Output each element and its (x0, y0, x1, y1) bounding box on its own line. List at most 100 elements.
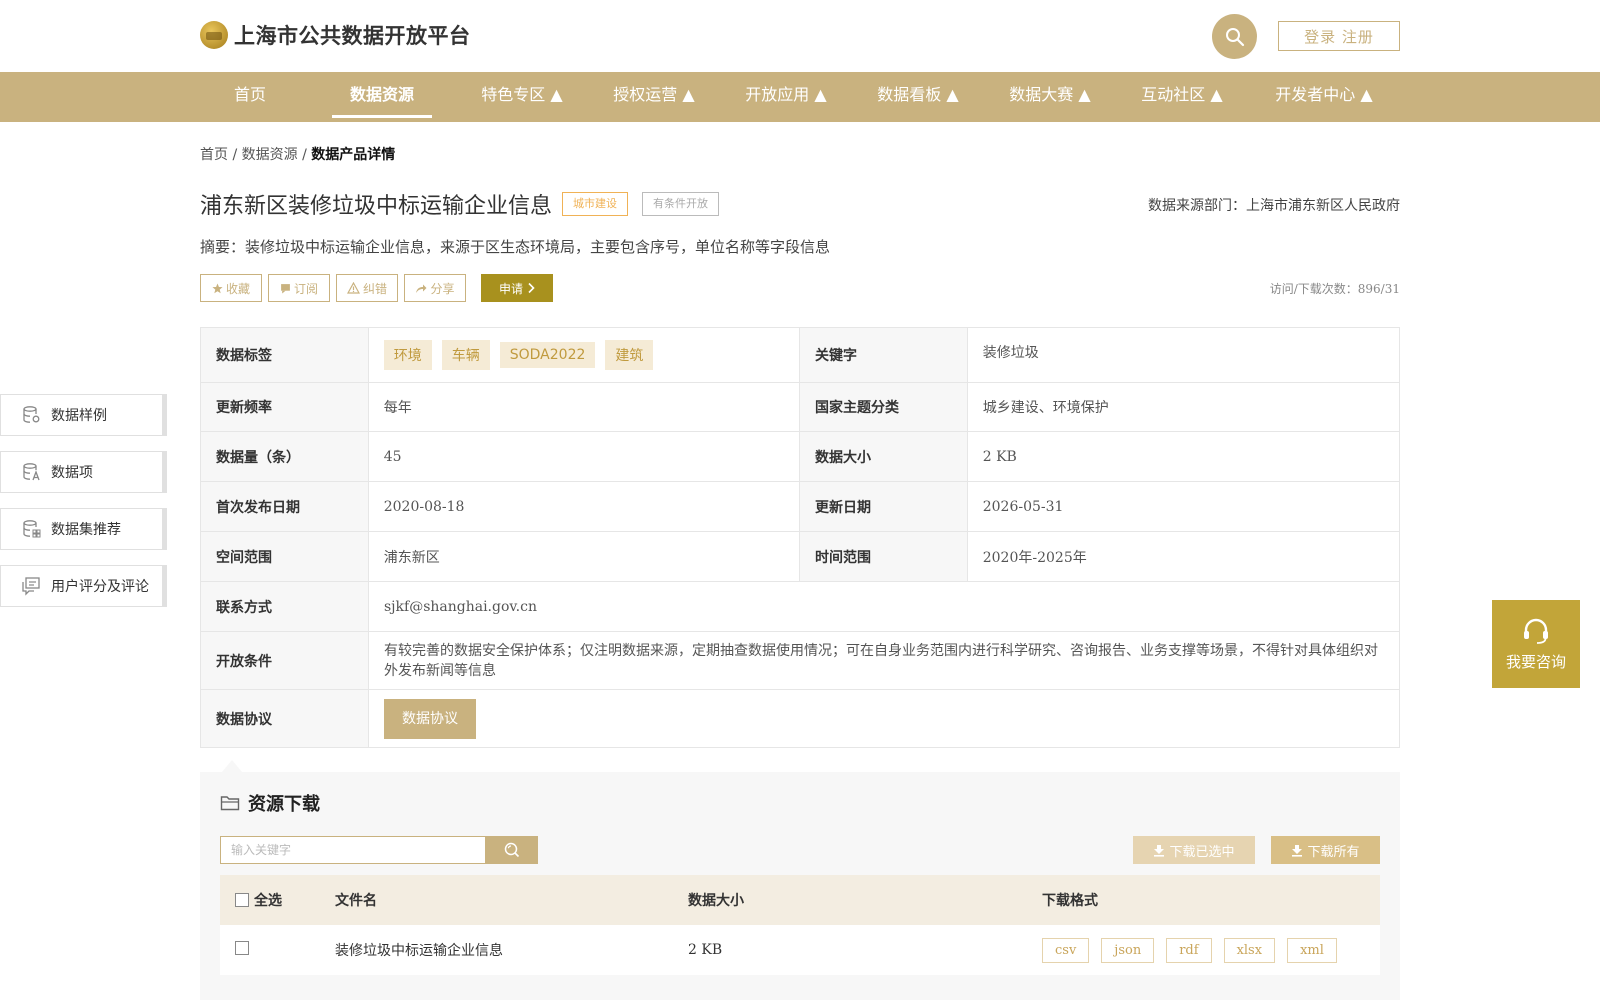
site-header: 上海市公共数据开放平台 登录 注册 (0, 0, 1600, 72)
info-value-contact: sjkf@shanghai.gov.cn (384, 598, 537, 615)
info-value-time-range: 2020年-2025年 (982, 549, 1087, 566)
info-value-space: 浦东新区 (369, 532, 800, 581)
apply-button[interactable]: 申请 (481, 274, 553, 302)
nav-community[interactable]: 互动社区 ▲ (1122, 72, 1242, 122)
data-tag-chip[interactable]: 车辆 (441, 340, 490, 370)
download-all-button[interactable]: 下载所有 (1271, 836, 1380, 864)
info-row: 开放条件 有较完善的数据安全保护体系；仅注明数据来源，定期抽查数据使用情况；可在… (201, 632, 1399, 690)
favorite-label: 收藏 (225, 281, 250, 296)
nav-data-resources[interactable]: 数据资源 (332, 72, 432, 122)
side-menu-data-sample[interactable]: 数据样例 (0, 394, 167, 436)
favorite-button[interactable]: 收藏 (200, 274, 262, 302)
nav-data-dashboard[interactable]: 数据看板 ▲ (858, 72, 978, 122)
format-list: csv json rdf xlsx xml (1042, 937, 1349, 963)
info-value-keyword: 装修垃圾 (982, 345, 1039, 361)
info-label: 数据量（条） (201, 432, 369, 481)
column-header: 文件名 (335, 893, 377, 909)
share-button[interactable]: 分享 (404, 274, 466, 302)
info-row: 数据量（条） 45 数据大小 2 KB (201, 432, 1399, 482)
resource-download-section: 资源下载 输入关键字 下载已选中 下载所有 全选 文件名 数据大小 下载格式 装… (200, 772, 1400, 1000)
data-protocol-button[interactable]: 数据协议 (384, 698, 476, 739)
share-label: 分享 (430, 281, 455, 296)
info-label: 关键字 (800, 328, 968, 382)
breadcrumb-separator: / (228, 147, 242, 163)
download-selected-button[interactable]: 下载已选中 (1133, 836, 1255, 864)
data-tag-chip[interactable]: 建筑 (605, 340, 654, 370)
info-row: 联系方式 sjkf@shanghai.gov.cn (201, 582, 1399, 632)
nav-authorized-ops[interactable]: 授权运营 ▲ (594, 72, 714, 122)
main-nav: 首页 数据资源 特色专区 ▲ 授权运营 ▲ 开放应用 ▲ 数据看板 ▲ 数据大赛… (0, 72, 1600, 122)
search-icon (504, 842, 520, 858)
info-value-frequency: 每年 (369, 383, 800, 431)
warning-icon (346, 282, 360, 294)
correct-label: 纠错 (362, 281, 387, 296)
data-tags: 环境 车辆 SODA2022 建筑 (369, 328, 800, 382)
breadcrumb-resources[interactable]: 数据资源 (242, 147, 298, 163)
search-button[interactable] (1212, 14, 1257, 59)
correct-button[interactable]: 纠错 (336, 274, 398, 302)
download-all-label: 下载所有 (1307, 844, 1360, 860)
format-link-xlsx[interactable]: xlsx (1223, 937, 1276, 963)
format-link-csv[interactable]: csv (1042, 937, 1090, 963)
nav-open-apps[interactable]: 开放应用 ▲ (726, 72, 846, 122)
info-label: 空间范围 (201, 532, 369, 581)
consult-widget[interactable]: 我要咨询 (1492, 600, 1580, 688)
info-value-theme: 城乡建设、环境保护 (982, 400, 1109, 416)
info-label: 更新频率 (201, 383, 369, 431)
format-link-xml[interactable]: xml (1287, 937, 1337, 963)
folder-icon (220, 796, 240, 811)
select-all-checkbox[interactable] (235, 893, 249, 907)
open-type-tag: 有条件开放 (642, 192, 719, 216)
file-size: 2 KB (688, 942, 723, 958)
nav-developer[interactable]: 开发者中心 ▲ (1254, 72, 1394, 122)
headset-icon (1524, 618, 1548, 644)
row-checkbox[interactable] (235, 941, 249, 955)
subscribe-icon (281, 283, 290, 293)
database-icon (21, 405, 41, 425)
nav-data-contest[interactable]: 数据大赛 ▲ (990, 72, 1110, 122)
breadcrumb-home[interactable]: 首页 (200, 147, 228, 163)
resource-search-input[interactable]: 输入关键字 (220, 836, 486, 864)
info-value-protocol: 数据协议 (369, 690, 1399, 747)
info-value-size: 2 KB (982, 448, 1017, 465)
info-row: 数据标签 环境 车辆 SODA2022 建筑 关键字 装修垃圾 (201, 328, 1399, 383)
column-header: 下载格式 (1042, 893, 1098, 909)
file-table-header: 全选 文件名 数据大小 下载格式 (220, 875, 1380, 925)
format-link-json[interactable]: json (1101, 937, 1155, 963)
apply-label: 申请 (498, 281, 523, 296)
nav-featured[interactable]: 特色专区 ▲ (462, 72, 582, 122)
data-tag-chip[interactable]: SODA2022 (499, 342, 596, 368)
column-header: 数据大小 (688, 893, 744, 909)
resource-title-text: 资源下载 (248, 794, 320, 815)
data-tag-chip[interactable]: 环境 (383, 340, 432, 370)
database-grid-icon (21, 519, 41, 539)
consult-label: 我要咨询 (1505, 652, 1566, 671)
info-row: 更新频率 每年 国家主题分类 城乡建设、环境保护 (201, 383, 1399, 432)
info-label: 时间范围 (800, 532, 968, 581)
download-selected-label: 下载已选中 (1169, 844, 1235, 860)
format-link-rdf[interactable]: rdf (1166, 937, 1212, 963)
info-label: 联系方式 (201, 582, 369, 631)
breadcrumb: 首页 / 数据资源 / 数据产品详情 (200, 144, 395, 164)
side-menu-recommend[interactable]: 数据集推荐 (0, 508, 167, 550)
nav-home[interactable]: 首页 (210, 72, 290, 122)
side-menu-reviews[interactable]: 用户评分及评论 (0, 565, 167, 607)
site-logo[interactable]: 上海市公共数据开放平台 (200, 20, 471, 50)
login-register-button[interactable]: 登录 注册 (1278, 21, 1400, 51)
chevron-right-icon (528, 282, 535, 294)
info-value-first-release: 2020-08-18 (369, 482, 800, 531)
star-icon (212, 283, 223, 293)
comment-icon (21, 576, 41, 596)
breadcrumb-current: 数据产品详情 (311, 147, 396, 163)
search-icon (1225, 27, 1244, 46)
file-row: 装修垃圾中标运输企业信息 2 KB csv json rdf xlsx xml (220, 925, 1380, 975)
subscribe-button[interactable]: 订阅 (268, 274, 330, 302)
info-label: 数据大小 (800, 432, 968, 481)
resource-search-button[interactable] (486, 836, 538, 864)
database-a-icon (21, 462, 41, 482)
column-header: 全选 (254, 893, 282, 909)
resource-title: 资源下载 (220, 790, 320, 816)
side-menu-data-items[interactable]: 数据项 (0, 451, 167, 493)
side-menu-label: 用户评分及评论 (51, 579, 149, 595)
info-label: 数据标签 (201, 328, 369, 382)
